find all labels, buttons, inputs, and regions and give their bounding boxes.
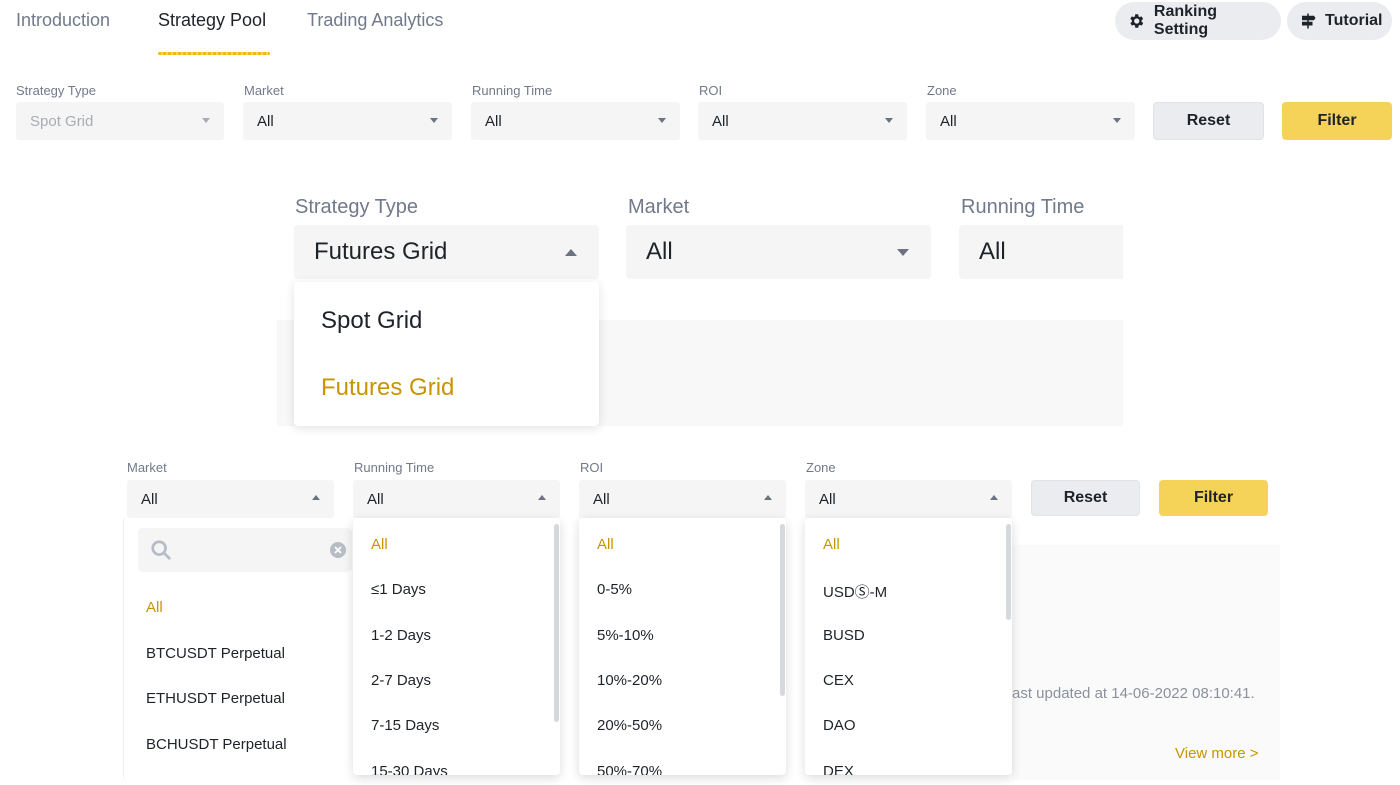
running-time-option[interactable]: ≤1 Days	[371, 581, 426, 598]
zoom-strategy-type-select[interactable]: Futures Grid	[294, 225, 599, 279]
zone-dropdown: All USDⓈ-M BUSD CEX DAO DEX	[805, 518, 1012, 775]
zoom-strategy-type-value: Futures Grid	[314, 238, 448, 265]
zoom-market-select[interactable]: All	[626, 225, 931, 279]
market-option[interactable]: BTCUSDT Perpetual	[146, 645, 285, 662]
zone-value-2: All	[819, 490, 836, 508]
view-more-link[interactable]: View more >	[1175, 745, 1259, 762]
filter-button[interactable]: Filter	[1282, 102, 1392, 140]
zone-label: Zone	[927, 83, 957, 98]
market-select[interactable]: All	[243, 102, 452, 140]
roi-select[interactable]: All	[698, 102, 907, 140]
roi-option[interactable]: All	[597, 536, 614, 553]
chevron-up-icon	[538, 495, 546, 500]
zone-option[interactable]: DEX	[823, 763, 854, 775]
last-updated-text: ast updated at 14-06-2022 08:10:41.	[1012, 685, 1255, 702]
running-time-label: Running Time	[472, 83, 553, 98]
running-time-value-2: All	[367, 490, 384, 508]
signpost-icon	[1299, 11, 1317, 31]
roi-option[interactable]: 10%-20%	[597, 672, 662, 689]
zoom-running-time-value: All	[979, 238, 1006, 265]
option-spot-grid[interactable]: Spot Grid	[321, 307, 422, 335]
scrollbar[interactable]	[1006, 524, 1011, 620]
running-time-label-2: Running Time	[354, 460, 435, 475]
zoom-running-time-select[interactable]: All	[959, 225, 1123, 279]
zoom-market-label: Market	[628, 196, 690, 218]
chevron-up-icon	[312, 495, 320, 500]
running-time-option[interactable]: 2-7 Days	[371, 672, 431, 689]
roi-label-2: ROI	[580, 460, 604, 475]
running-time-dropdown: All ≤1 Days 1-2 Days 2-7 Days 7-15 Days …	[353, 518, 560, 775]
reset-button[interactable]: Reset	[1153, 102, 1264, 140]
gear-icon	[1127, 11, 1146, 31]
search-icon	[150, 539, 172, 566]
zone-label-2: Zone	[806, 460, 836, 475]
zone-option[interactable]: USDⓈ-M	[823, 581, 887, 602]
chevron-down-icon	[430, 118, 438, 123]
strategy-type-select[interactable]: Spot Grid	[16, 102, 224, 140]
market-option[interactable]: ETHUSDT Perpetual	[146, 690, 285, 707]
scrollbar[interactable]	[780, 524, 785, 696]
roi-option[interactable]: 5%-10%	[597, 627, 654, 644]
ranking-setting-label: Ranking Setting	[1153, 3, 1218, 38]
strategy-type-label: Strategy Type	[16, 83, 96, 98]
roi-option[interactable]: 20%-50%	[597, 717, 662, 734]
market-search-input[interactable]	[138, 528, 352, 572]
market-dropdown: All BTCUSDT Perpetual ETHUSDT Perpetual …	[123, 518, 353, 780]
filter-button-2[interactable]: Filter	[1159, 480, 1268, 516]
chevron-down-icon	[885, 118, 893, 123]
zone-select[interactable]: All	[926, 102, 1135, 140]
zoom-market-value: All	[646, 238, 673, 265]
active-tab-indicator	[158, 52, 270, 55]
scrollbar[interactable]	[554, 524, 559, 722]
market-option[interactable]: All	[146, 599, 163, 616]
zone-value: All	[940, 112, 957, 130]
zoom-strategy-type-label: Strategy Type	[295, 196, 419, 218]
roi-value: All	[712, 112, 729, 130]
market-select-open[interactable]: All	[127, 480, 334, 518]
chevron-down-icon	[1113, 118, 1121, 123]
running-time-select-open[interactable]: All	[353, 480, 560, 518]
zoom-running-time-label: Running Time	[961, 196, 1085, 218]
tutorial-button[interactable]: Tutorial	[1287, 2, 1392, 40]
tab-strategy-pool[interactable]: Strategy Pool	[158, 10, 266, 31]
chevron-up-icon	[990, 495, 998, 500]
tutorial-label: Tutorial	[1325, 12, 1383, 29]
market-value: All	[257, 112, 274, 130]
tab-introduction[interactable]: Introduction	[16, 10, 110, 31]
zone-option[interactable]: BUSD	[823, 627, 865, 644]
market-value-2: All	[141, 490, 158, 508]
clear-icon[interactable]	[330, 542, 346, 563]
running-time-select[interactable]: All	[471, 102, 680, 140]
reset-button-2[interactable]: Reset	[1031, 480, 1140, 516]
zone-select-open[interactable]: All	[805, 480, 1012, 518]
chevron-up-icon	[565, 249, 577, 256]
option-futures-grid[interactable]: Futures Grid	[321, 374, 454, 402]
running-time-option[interactable]: All	[371, 536, 388, 553]
roi-dropdown: All 0-5% 5%-10% 10%-20% 20%-50% 50%-70%	[579, 518, 786, 775]
market-label: Market	[244, 83, 284, 98]
market-option[interactable]: BCHUSDT Perpetual	[146, 736, 287, 753]
running-time-option[interactable]: 1-2 Days	[371, 627, 431, 644]
ranking-setting-button[interactable]: Ranking Setting	[1115, 2, 1281, 40]
roi-label: ROI	[699, 83, 723, 98]
strategy-type-value: Spot Grid	[30, 112, 94, 130]
zone-option[interactable]: CEX	[823, 672, 854, 689]
chevron-down-icon	[897, 249, 909, 256]
chevron-up-icon	[764, 495, 772, 500]
roi-value-2: All	[593, 490, 610, 508]
chevron-down-icon	[202, 118, 210, 123]
roi-option[interactable]: 50%-70%	[597, 763, 662, 775]
running-time-option[interactable]: 7-15 Days	[371, 717, 439, 734]
strategy-type-menu: Spot Grid Futures Grid	[294, 282, 599, 426]
roi-option[interactable]: 0-5%	[597, 581, 632, 598]
running-time-value: All	[485, 112, 502, 130]
chevron-down-icon	[658, 118, 666, 123]
running-time-option[interactable]: 15-30 Days	[371, 763, 448, 775]
tab-trading-analytics[interactable]: Trading Analytics	[307, 10, 443, 31]
zone-option[interactable]: DAO	[823, 717, 856, 734]
roi-select-open[interactable]: All	[579, 480, 786, 518]
market-label-2: Market	[127, 460, 167, 475]
zone-option[interactable]: All	[823, 536, 840, 553]
